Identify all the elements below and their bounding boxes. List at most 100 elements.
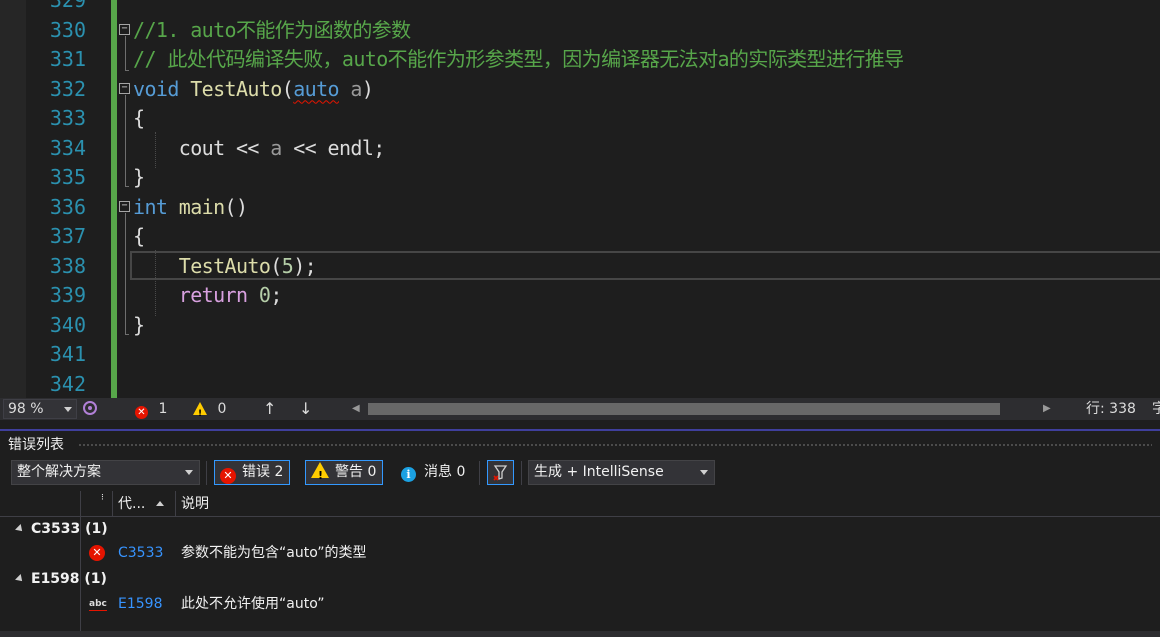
code-token: { xyxy=(133,224,145,248)
error-group-c3533[interactable]: C3533 (1) xyxy=(0,517,1160,542)
error-icon: ✕ xyxy=(89,545,105,561)
line-number: 332 xyxy=(49,76,86,101)
code-text: void TestAuto(auto a) xyxy=(133,75,374,105)
error-code-link[interactable]: E1598 xyxy=(118,592,162,617)
warning-indicator[interactable]: 0 xyxy=(193,398,227,425)
expand-triangle-icon xyxy=(15,574,25,584)
source-filter-dropdown[interactable]: 生成 + IntelliSense xyxy=(528,460,715,485)
code-line[interactable]: 339 return 0; xyxy=(0,281,1160,311)
code-token: } xyxy=(133,165,145,189)
code-text: //1. auto不能作为函数的参数 xyxy=(133,16,411,46)
code-text: { xyxy=(133,104,145,134)
scope-dropdown[interactable]: 整个解决方案 xyxy=(11,460,200,485)
code-line[interactable]: 332 − void TestAuto(auto a) xyxy=(0,75,1160,105)
errors-filter-toggle[interactable]: ✕ 错误 2 xyxy=(214,460,291,485)
code-line[interactable]: 338 TestAuto(5); xyxy=(0,252,1160,282)
error-group-label: E1598 (1) xyxy=(31,571,107,587)
code-line[interactable]: 340} xyxy=(0,311,1160,341)
column-header-code[interactable]: 代... xyxy=(118,491,164,517)
code-line[interactable]: 333 { xyxy=(0,104,1160,134)
collapse-icon[interactable]: − xyxy=(119,200,130,212)
line-number: 342 xyxy=(49,371,86,396)
column-header-description[interactable]: 说明 xyxy=(181,491,209,517)
code-text: cout << a << endl; xyxy=(133,134,386,164)
code-line[interactable]: 329 xyxy=(0,0,1160,16)
error-code-link[interactable]: C3533 xyxy=(118,541,163,566)
error-list-panel: 错误列表 整个解决方案 ✕ 错误 2 警告 0 i 消息 0 生成 + Intell… xyxy=(0,431,1160,637)
panel-bottom-edge xyxy=(0,631,1160,637)
error-grid-header: ⁝ 代... 说明 xyxy=(0,491,1160,517)
code-line[interactable]: 337 { xyxy=(0,222,1160,252)
previous-issue-button[interactable]: ↑ xyxy=(263,398,276,420)
code-token: auto xyxy=(293,76,339,101)
warnings-filter-label: 警告 0 xyxy=(335,464,377,480)
error-indicator-count: 1 xyxy=(158,401,168,417)
panel-drag-handle[interactable] xyxy=(78,443,1152,447)
code-token: a xyxy=(350,76,362,101)
code-text: TestAuto(5); xyxy=(133,252,317,282)
filter-button[interactable] xyxy=(487,460,514,485)
error-row-c3533[interactable]: ✕ C3533 参数不能为包含“auto”的类型 xyxy=(0,541,1160,566)
code-token: { xyxy=(133,106,145,130)
line-number: 330 xyxy=(49,17,86,42)
zoom-dropdown[interactable]: 98 % xyxy=(3,399,77,419)
column-divider[interactable] xyxy=(112,491,113,517)
source-filter-value: 生成 + IntelliSense xyxy=(534,464,664,480)
code-token: cout << xyxy=(133,135,271,160)
char-indicator: 字 xyxy=(1152,401,1160,417)
line-number: 334 xyxy=(49,135,86,160)
collapse-icon[interactable]: − xyxy=(119,82,130,94)
code-token: ); xyxy=(293,253,317,278)
line-number: 341 xyxy=(49,342,86,366)
code-line[interactable]: 342 xyxy=(0,370,1160,399)
info-icon: i xyxy=(401,467,416,482)
code-editor[interactable]: 329 330−//1. auto不能作为函数的参数 331// 此处代码编译失败，… xyxy=(0,0,1160,398)
next-issue-button[interactable]: ↓ xyxy=(299,398,312,420)
code-token: TestAuto xyxy=(178,253,271,278)
code-token: a xyxy=(270,135,282,160)
line-number: 336 xyxy=(49,194,86,219)
warning-indicator-count: 0 xyxy=(217,401,227,417)
code-text: } xyxy=(133,311,145,341)
code-line[interactable]: 336 − int main() xyxy=(0,193,1160,223)
line-number: 339 xyxy=(49,283,86,307)
collapse-icon[interactable]: − xyxy=(119,23,130,35)
code-line[interactable]: 330 −//1. auto不能作为函数的参数 xyxy=(0,16,1160,46)
code-line[interactable]: 334 cout << a << endl; xyxy=(0,134,1160,164)
line-number: 335 xyxy=(49,165,86,189)
scope-dropdown-value: 整个解决方案 xyxy=(17,464,101,480)
editor-status-bar: 98 % ✕ 1 0 ↑ ↓ ◀ ▶ 行: 338 字 xyxy=(0,398,1160,425)
code-token: << endl; xyxy=(281,135,385,160)
column-divider[interactable] xyxy=(175,491,176,517)
line-number: 331 xyxy=(49,47,86,71)
line-number: 333 xyxy=(49,106,86,130)
chevron-down-icon xyxy=(64,407,72,412)
line-number: 340 xyxy=(49,312,86,337)
horizontal-scrollbar[interactable] xyxy=(354,403,1054,415)
code-text: // 此处代码编译失败，auto不能作为形参类型，因为编译器无法对a的实际类型进… xyxy=(133,45,904,75)
line-number: 337 xyxy=(49,224,86,248)
errors-filter-label: 错误 2 xyxy=(242,464,284,480)
messages-filter-toggle[interactable]: i 消息 0 xyxy=(395,460,472,485)
code-text: } xyxy=(133,163,145,193)
error-row-e1598[interactable]: abc E1598 此处不允许使用“auto” xyxy=(0,592,1160,617)
health-icon[interactable] xyxy=(82,398,98,420)
code-token: //1. auto不能作为函数的参数 xyxy=(133,17,411,42)
error-group-e1598[interactable]: E1598 (1) xyxy=(0,567,1160,592)
warnings-filter-toggle[interactable]: 警告 0 xyxy=(305,460,384,487)
code-line[interactable]: 341 xyxy=(0,340,1160,370)
code-token: main xyxy=(178,194,225,219)
error-indicator[interactable]: ✕ 1 xyxy=(135,398,167,420)
code-line[interactable]: 335} xyxy=(0,163,1160,193)
code-line[interactable]: 331 // 此处代码编译失败，auto不能作为形参类型，因为编译器无法对a的实际… xyxy=(0,45,1160,75)
line-indicator[interactable]: 行: 338 xyxy=(1086,398,1136,420)
code-token: ( xyxy=(270,253,282,278)
scroll-right-button[interactable]: ▶ xyxy=(1043,398,1051,420)
column-menu-icon[interactable]: ⁝ xyxy=(101,491,104,517)
horizontal-scrollbar-thumb[interactable] xyxy=(368,403,1000,415)
code-text: int main() xyxy=(133,193,248,223)
column-header-code-label: 代... xyxy=(118,496,146,512)
